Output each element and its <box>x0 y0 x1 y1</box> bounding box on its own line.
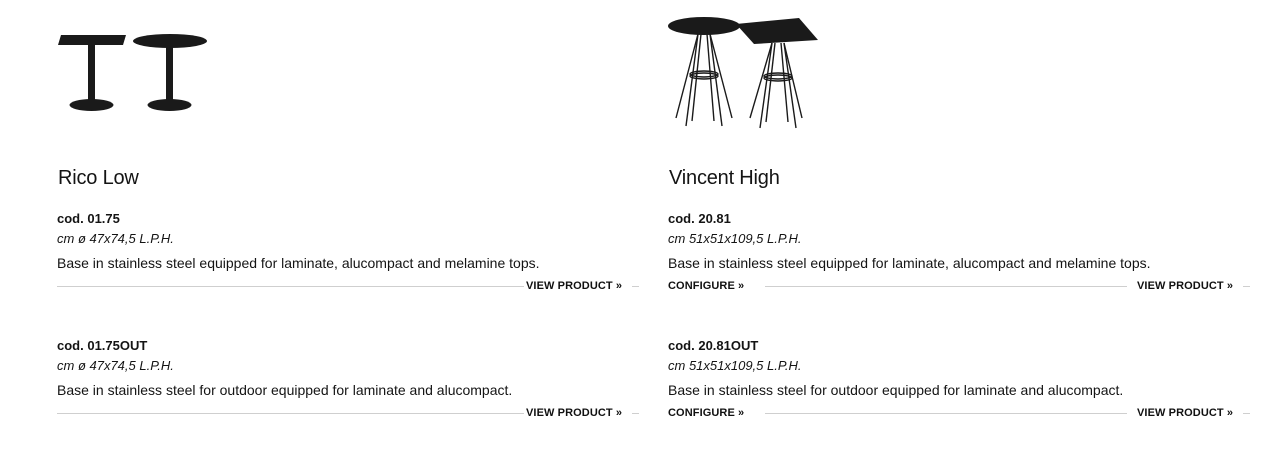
product-card-vincent-high: Vincent High cod. 20.81 cm 51x51x109,5 L… <box>666 0 1250 456</box>
action-row: CONFIGURE » VIEW PRODUCT » <box>666 279 1250 293</box>
product-description: Base in stainless steel for outdoor equi… <box>668 382 1124 398</box>
product-variant: cod. 01.75 cm ø 47x74,5 L.P.H. Base in s… <box>57 210 639 293</box>
product-image-rico-low[interactable] <box>57 30 209 114</box>
configure-link[interactable]: CONFIGURE » <box>666 279 747 293</box>
view-product-link[interactable]: VIEW PRODUCT » <box>1135 406 1236 420</box>
divider <box>632 413 639 414</box>
product-card-rico-low: Rico Low cod. 01.75 cm ø 47x74,5 L.P.H. … <box>57 0 639 456</box>
product-title: Rico Low <box>58 167 139 189</box>
view-product-link[interactable]: VIEW PRODUCT » <box>524 406 625 420</box>
product-code: cod. 20.81 <box>668 211 731 226</box>
divider <box>1243 413 1250 414</box>
view-product-link[interactable]: VIEW PRODUCT » <box>1135 279 1236 293</box>
product-image-vincent-high[interactable] <box>668 14 820 130</box>
product-dimensions: cm ø 47x74,5 L.P.H. <box>57 358 174 373</box>
configure-link[interactable]: CONFIGURE » <box>666 406 747 420</box>
product-code: cod. 20.81OUT <box>668 338 759 353</box>
product-variant: cod. 20.81OUT cm 51x51x109,5 L.P.H. Base… <box>666 337 1250 420</box>
divider <box>1243 286 1250 287</box>
divider <box>57 413 525 414</box>
table-pair-icon <box>58 34 207 111</box>
product-title: Vincent High <box>669 167 780 189</box>
product-dimensions: cm ø 47x74,5 L.P.H. <box>57 231 174 246</box>
divider <box>765 286 1127 287</box>
product-description: Base in stainless steel equipped for lam… <box>57 255 540 271</box>
product-code: cod. 01.75OUT <box>57 338 148 353</box>
product-variant: cod. 01.75OUT cm ø 47x74,5 L.P.H. Base i… <box>57 337 639 420</box>
action-row: VIEW PRODUCT » <box>57 279 639 293</box>
action-row: CONFIGURE » VIEW PRODUCT » <box>666 406 1250 420</box>
action-row: VIEW PRODUCT » <box>57 406 639 420</box>
divider <box>632 286 639 287</box>
product-dimensions: cm 51x51x109,5 L.P.H. <box>668 231 802 246</box>
product-variant: cod. 20.81 cm 51x51x109,5 L.P.H. Base in… <box>666 210 1250 293</box>
product-code: cod. 01.75 <box>57 211 120 226</box>
view-product-link[interactable]: VIEW PRODUCT » <box>524 279 625 293</box>
divider <box>57 286 525 287</box>
product-dimensions: cm 51x51x109,5 L.P.H. <box>668 358 802 373</box>
high-table-pair-icon <box>668 17 818 129</box>
divider <box>765 413 1127 414</box>
product-description: Base in stainless steel equipped for lam… <box>668 255 1151 271</box>
product-description: Base in stainless steel for outdoor equi… <box>57 382 513 398</box>
